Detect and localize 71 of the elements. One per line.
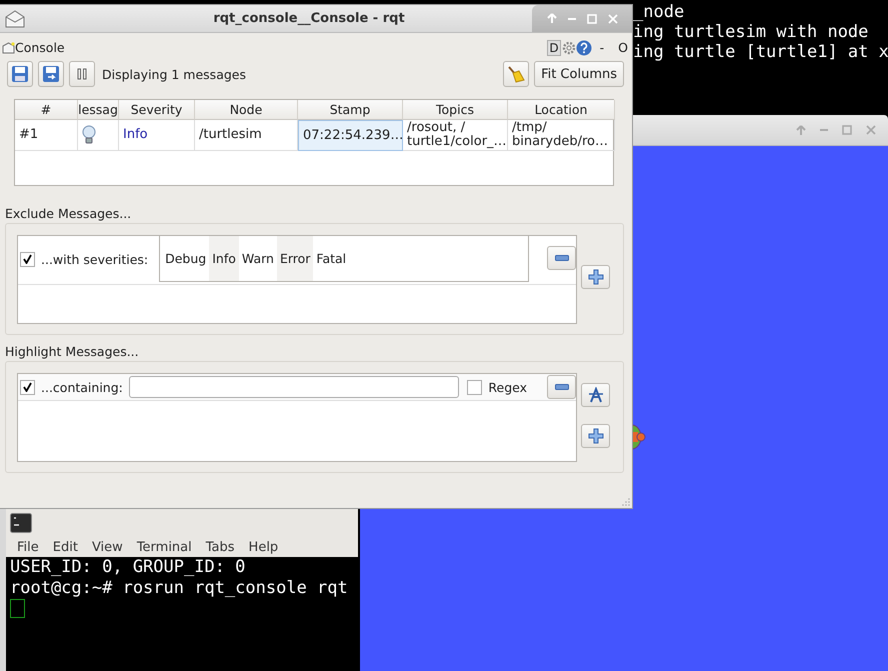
pause-icon [77,68,87,80]
table-cell: /tmp/ binarydeb/ro… [508,120,615,151]
menu-item[interactable]: Help [248,540,278,555]
dock-control[interactable]: O [618,40,628,55]
remove-button[interactable] [547,246,576,270]
remove-button[interactable] [547,375,576,399]
window-title: rqt_console__Console - rqt [212,11,406,26]
plus-icon [588,269,604,285]
column-header[interactable]: Stamp [298,100,403,120]
checkbox[interactable] [467,380,482,394]
lightbulb-icon [82,125,96,145]
status-text: Displaying 1 messages [102,66,247,82]
menu-item[interactable]: Edit [52,540,78,555]
save-button[interactable] [7,61,33,87]
minimize-icon[interactable] [820,128,828,132]
minimize-icon[interactable] [568,16,576,20]
checkbox-label: Regex [488,380,527,394]
close-icon[interactable] [866,125,876,135]
help-icon[interactable] [576,40,592,56]
filter-label: ...containing: [41,380,123,394]
menu-item[interactable]: View [92,540,123,555]
resize-grip-icon[interactable] [622,498,630,506]
strikethrough-a-icon [588,387,604,403]
fit-columns-button[interactable]: Fit Columns [534,61,624,87]
minus-icon [554,384,568,390]
severity-item[interactable]: Fatal [313,236,350,281]
table-cell: #1 [15,120,78,151]
checkbox[interactable] [20,380,35,394]
section-title: Exclude Messages... [4,206,132,221]
maximize-icon[interactable] [842,125,852,135]
up-arrow-icon[interactable] [796,124,806,136]
add-button[interactable] [581,265,610,289]
pause-button[interactable] [69,61,95,87]
add-button[interactable] [581,424,610,448]
column-header[interactable]: Severity [119,100,195,120]
table-cell: Info [119,120,195,151]
gear-icon[interactable] [562,40,576,54]
column-header[interactable]: Location [508,100,615,120]
text-cursor [10,599,25,618]
terminal-line: USER_ID: 0, GROUP_ID: 0 [10,557,246,578]
terminal-line: root@cg:~# rosrun rqt_console rqt [10,578,349,599]
terminal-icon [10,513,32,533]
table-cell: 07:22:54.239… [298,120,403,151]
minus-icon [554,255,568,261]
dock-control[interactable]: - [600,40,604,55]
terminal-line: ing turtlesim with node [632,22,870,42]
menu-item[interactable]: Terminal [136,540,192,555]
plugin-title: Console [15,40,66,55]
terminal-line: ing turtle [turtle1] at x [632,42,888,62]
severity-item[interactable]: Error [276,236,314,281]
table-cell: /rosout, / turtle1/color_… [403,120,508,151]
column-header[interactable]: lessag [78,100,119,120]
menu-item[interactable]: File [17,540,39,555]
broom-icon [506,64,526,84]
section-title: Highlight Messages... [4,344,140,359]
severity-item[interactable]: Debug [162,236,210,281]
column-header[interactable]: # [15,100,78,120]
text-field[interactable] [128,376,460,398]
severity-item[interactable]: Info [209,236,239,281]
terminal-line: _node [632,2,686,22]
dock-button[interactable]: D [547,40,561,56]
plus-icon [588,428,604,444]
load-button[interactable] [38,61,64,87]
strikethrough-button[interactable] [581,383,610,407]
checkbox[interactable] [20,252,35,266]
menu-item[interactable]: Tabs [206,540,235,555]
clear-button[interactable] [503,61,530,87]
filter-label: ...with severities: [41,252,148,266]
column-header[interactable]: Node [195,100,298,120]
column-header[interactable]: Topics [403,100,508,120]
severity-item[interactable]: Warn [238,236,277,281]
